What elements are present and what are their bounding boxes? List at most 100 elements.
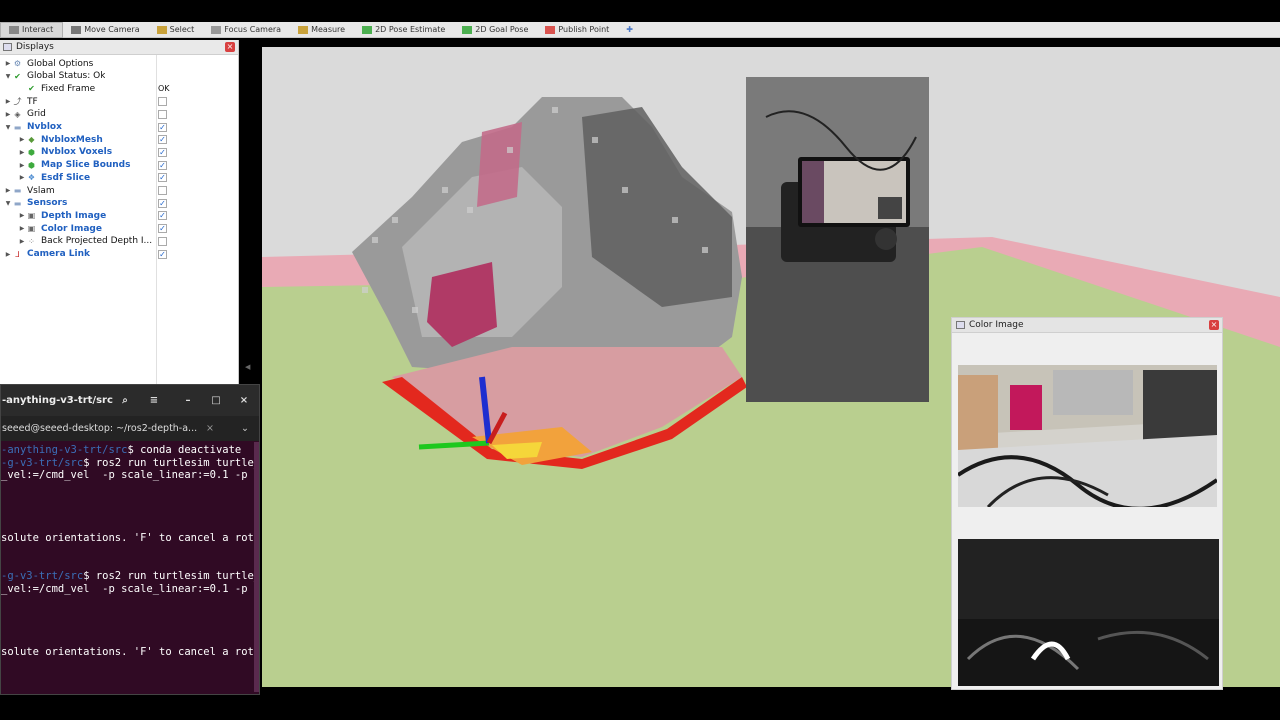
collapse-arrow-icon[interactable]: ▶ (4, 98, 12, 105)
add-tool-icon[interactable]: ✚ (626, 25, 633, 34)
enable-checkbox[interactable]: ✓ (158, 135, 167, 145)
display-item-vslam[interactable]: ▶ ▬ Vslam (0, 184, 238, 197)
tool-label: Focus Camera (224, 25, 282, 34)
terminal-scrollbar[interactable] (254, 442, 259, 692)
collapse-arrow-icon[interactable]: ▶ (18, 136, 26, 143)
tool-label: Interact (22, 25, 54, 34)
display-item-label: Color Image (41, 223, 102, 234)
display-item-label: Back Projected Depth I... (41, 236, 153, 247)
display-item-back-projected-depth-i[interactable]: ▶ ⁘ Back Projected Depth I... (0, 235, 238, 248)
collapse-arrow-icon[interactable]: ▶ (18, 162, 26, 169)
close-icon[interactable]: × (225, 42, 235, 52)
display-item-esdf-slice[interactable]: ▶ ❖ Esdf Slice ✓ (0, 171, 238, 184)
minimize-icon[interactable]: – (179, 392, 197, 410)
enable-checkbox[interactable]: ✓ (158, 224, 167, 234)
collapse-arrow-icon[interactable]: ▶ (4, 187, 12, 194)
terminal-text: $ ros2 run turtlesim turtle_ (83, 570, 260, 582)
terminal-line: -anything-v3-trt/src$ conda deactivate (1, 444, 241, 457)
rviz-toolbar: Interact Move Camera Select Focus Camera Mea… (0, 21, 1280, 38)
expand-arrow-icon[interactable]: ▼ (4, 200, 12, 207)
tool-interact[interactable]: Interact (0, 21, 64, 38)
collapse-arrow-icon[interactable]: ▶ (4, 251, 12, 258)
maximize-icon[interactable]: □ (207, 392, 225, 410)
terminal-window[interactable]: -anything-v3-trt/src ⌕ ≡ – □ × seeed@see… (0, 384, 260, 695)
expand-arrow-icon[interactable]: ▼ (4, 124, 12, 131)
display-item-nvblox[interactable]: ▼ ▬ Nvblox ✓ (0, 121, 238, 134)
collapse-arrow-icon[interactable]: ▶ (18, 225, 26, 232)
terminal-text: solute orientations. 'F' to cancel a rot (1, 646, 254, 658)
tool-label: Publish Point (558, 25, 610, 34)
enable-checkbox[interactable]: ✓ (158, 211, 167, 221)
displays-title: Displays (16, 42, 54, 52)
tool-move-camera[interactable]: Move Camera (63, 22, 148, 38)
tf-icon: ⤴ (13, 97, 22, 107)
close-icon[interactable]: × (1209, 320, 1219, 330)
display-item-label: TF (27, 96, 38, 107)
enable-checkbox[interactable]: ✓ (158, 249, 167, 259)
display-item-label: Grid (27, 109, 46, 120)
search-icon[interactable]: ⌕ (116, 392, 134, 410)
measure-icon (298, 25, 309, 34)
depth-image-view (746, 77, 929, 402)
display-item-color-image[interactable]: ▶ ▣ Color Image ✓ (0, 222, 238, 235)
collapse-arrow-icon[interactable]: ▶ (18, 212, 26, 219)
displays-panel-icon (3, 43, 12, 51)
display-item-camera-link[interactable]: ▶ ⅃ Camera Link ✓ (0, 248, 238, 261)
expand-arrow-icon[interactable]: ▼ (4, 73, 12, 80)
display-item-label: Nvblox (27, 122, 62, 132)
collapse-arrow-icon[interactable]: ▶ (4, 111, 12, 118)
collapse-arrow-icon[interactable]: ▶ (18, 149, 26, 156)
terminal-line: solute orientations. 'F' to cancel a rot (1, 532, 254, 545)
grid-icon: ◈ (14, 109, 21, 119)
display-item-depth-image[interactable]: ▶ ▣ Depth Image ✓ (0, 209, 238, 222)
enable-checkbox[interactable] (158, 186, 167, 195)
tool-publish-point[interactable]: Publish Point (537, 22, 618, 38)
select-icon (156, 25, 167, 34)
goal-pose-icon (462, 25, 473, 34)
display-item-global-options[interactable]: ▶ ⚙ Global Options (0, 57, 238, 70)
tab-close-icon[interactable]: × (206, 423, 214, 434)
tool-label: 2D Goal Pose (475, 25, 529, 34)
display-item-grid[interactable]: ▶ ◈ Grid (0, 108, 238, 121)
enable-checkbox[interactable]: ✓ (158, 122, 167, 132)
enable-checkbox[interactable] (158, 236, 167, 246)
publish-point-icon (545, 25, 556, 34)
display-item-label: NvbloxMesh (41, 134, 103, 145)
close-icon[interactable]: × (235, 392, 253, 410)
enable-checkbox[interactable]: ✓ (158, 147, 167, 157)
screen: Interact Move Camera Select Focus Camera Mea… (0, 0, 1280, 720)
collapse-arrow-icon[interactable]: ▶ (18, 238, 26, 245)
mesh-icon: ◆ (28, 135, 35, 145)
display-item-global-status-ok[interactable]: ▼ ✔ Global Status: Ok (0, 70, 238, 83)
tool-2d-pose-estimate[interactable]: 2D Pose Estimate (354, 22, 454, 38)
display-item-label: Global Options (27, 58, 94, 69)
enable-checkbox[interactable] (158, 109, 167, 119)
display-item-sensors[interactable]: ▼ ▬ Sensors ✓ (0, 197, 238, 210)
terminal-tab[interactable]: seeed@seeed-desktop: ~/ros2-depth-a... ×… (1, 416, 259, 441)
chevron-down-icon[interactable]: ⌄ (241, 423, 249, 434)
enable-checkbox[interactable] (158, 97, 167, 107)
enable-checkbox[interactable]: ✓ (158, 173, 167, 183)
tool-focus-camera[interactable]: Focus Camera (203, 22, 290, 38)
folder-icon: ▬ (13, 122, 22, 132)
collapse-panel-icon[interactable]: ◀ (245, 363, 250, 371)
tool-label: 2D Pose Estimate (375, 25, 446, 34)
menu-icon[interactable]: ≡ (145, 392, 163, 410)
display-item-fixed-frame[interactable]: ✔ Fixed Frame OK (0, 82, 238, 95)
tool-select[interactable]: Select (149, 22, 204, 38)
tool-2d-goal-pose[interactable]: 2D Goal Pose (454, 22, 537, 38)
depth-image (958, 539, 1219, 686)
display-item-nvblox-voxels[interactable]: ▶ ⬢ Nvblox Voxels ✓ (0, 146, 238, 159)
terminal-title: -anything-v3-trt/src (2, 395, 113, 406)
display-item-map-slice-bounds[interactable]: ▶ ⬢ Map Slice Bounds ✓ (0, 159, 238, 172)
collapse-arrow-icon[interactable]: ▶ (18, 174, 26, 181)
tool-measure[interactable]: Measure (290, 22, 354, 38)
terminal-line: _vel:=/cmd_vel -p scale_linear:=0.1 -p (1, 583, 248, 596)
enable-checkbox[interactable]: ✓ (158, 198, 167, 208)
terminal-titlebar: -anything-v3-trt/src ⌕ ≡ – □ × (1, 385, 259, 416)
display-item-tf[interactable]: ▶ ⤴ TF (0, 95, 238, 108)
collapse-arrow-icon[interactable]: ▶ (4, 60, 12, 67)
enable-checkbox[interactable]: ✓ (158, 160, 167, 170)
display-item-nvbloxmesh[interactable]: ▶ ◆ NvbloxMesh ✓ (0, 133, 238, 146)
display-item-label: Nvblox Voxels (41, 147, 113, 158)
